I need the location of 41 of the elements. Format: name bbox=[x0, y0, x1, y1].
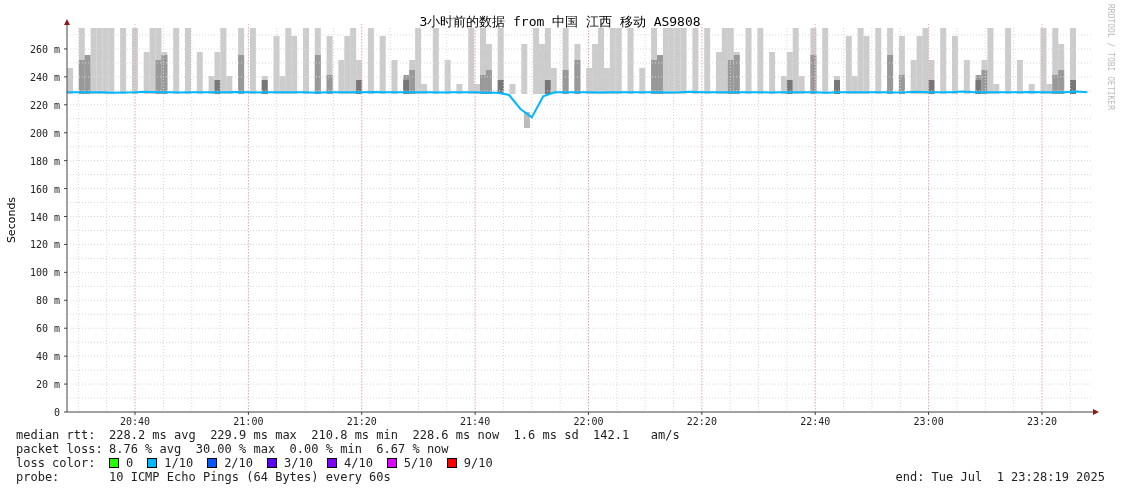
stat-values: 228.2 ms avg 229.9 ms max 210.8 ms min 228.6 ms now 1.6 ms sd 142.1 am/s bbox=[109, 428, 680, 442]
credit-text: RRDTOOL / TOBI OETIKER bbox=[1106, 4, 1115, 110]
axis-tick-label: 100 m bbox=[29, 267, 60, 279]
end-time: end: Tue Jul 1 23:28:19 2025 bbox=[895, 470, 1105, 484]
stat-label: probe: bbox=[16, 470, 61, 484]
axis-tick-label: 22:40 bbox=[800, 416, 831, 427]
axis-tick-label: 22:20 bbox=[686, 416, 717, 427]
axis-tick-label: 80 m bbox=[35, 295, 60, 307]
axis-tick-label: 21:20 bbox=[346, 416, 377, 427]
legend-label: 4/10 bbox=[343, 456, 373, 470]
stat-label: packet loss: bbox=[16, 442, 104, 456]
axis-tick-label: 140 m bbox=[29, 211, 60, 223]
axis-tick-label: 22:00 bbox=[573, 416, 604, 427]
axis-tick-label: 21:40 bbox=[460, 416, 491, 427]
axis-tick-label: 60 m bbox=[35, 323, 60, 335]
axis-tick-label: 160 m bbox=[29, 183, 60, 195]
axis-tick-label: 20 m bbox=[35, 379, 60, 391]
axis-tick-label: 40 m bbox=[35, 351, 60, 363]
axis-tick-label: 23:20 bbox=[1026, 416, 1058, 427]
axis-title: Seconds bbox=[5, 196, 18, 244]
axis-tick-label: 120 m bbox=[29, 239, 60, 251]
axis-tick-label: 0 bbox=[53, 407, 60, 418]
legend-label: 1/10 bbox=[164, 456, 194, 470]
stat-values: 10 ICMP Echo Pings (64 Bytes) every 60s bbox=[109, 470, 391, 484]
stat-label: loss color: bbox=[16, 456, 97, 470]
axis-tick-label: 260 m bbox=[29, 43, 60, 55]
axis-tick-label: 23:00 bbox=[913, 416, 944, 427]
axis-tick-label: 180 m bbox=[29, 155, 60, 167]
legend-label: 0 bbox=[126, 456, 134, 470]
chart-title: 3小时前的数据 from 中国 江西 移动 AS9808 bbox=[419, 14, 701, 29]
axis-tick-label: 220 m bbox=[29, 99, 60, 111]
legend-label: 2/10 bbox=[224, 456, 254, 470]
stat-values: 8.76 % avg 30.00 % max 0.00 % min 6.67 % now bbox=[109, 442, 449, 456]
axis-tick-label: 21:00 bbox=[233, 416, 264, 427]
axis-tick-label: 200 m bbox=[29, 127, 60, 139]
axis-tick-label: 20:40 bbox=[119, 416, 151, 427]
legend-label: 9/10 bbox=[463, 456, 493, 470]
legend-label: 3/10 bbox=[284, 456, 313, 470]
axis-tick-label: 240 m bbox=[29, 71, 60, 83]
stat-label: median rtt: bbox=[16, 428, 97, 442]
legend-label: 5/10 bbox=[403, 456, 433, 470]
